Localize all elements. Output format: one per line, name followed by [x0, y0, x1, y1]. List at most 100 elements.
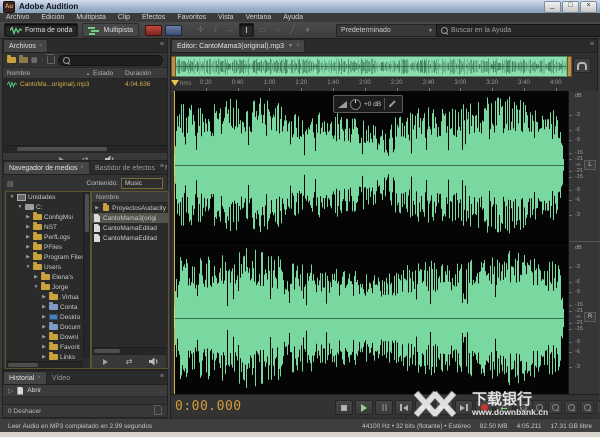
- tree-item-deskto[interactable]: ▶ Deskto: [6, 312, 90, 322]
- menu-vista[interactable]: Vista: [212, 13, 239, 22]
- waveform-view-button[interactable]: Forma de onda: [4, 23, 79, 37]
- expand-icon[interactable]: ▶: [41, 294, 47, 300]
- hud-edit-button[interactable]: [384, 98, 398, 110]
- skip-forward-button[interactable]: [455, 400, 473, 415]
- expand-icon[interactable]: ▶: [33, 274, 39, 280]
- zoom-in-horizontal-button[interactable]: [548, 400, 562, 414]
- tree-item-conta[interactable]: ▶ Conta: [6, 302, 90, 312]
- expand-icon[interactable]: ▶: [25, 214, 31, 220]
- amplitude-ruler[interactable]: dB -3 -3 -6 -6 -9 -9 -15 -15 -21 -21 -∞ LdB -3 -3 -6 -6-…: [568, 91, 600, 394]
- list-item[interactable]: CantoMama3(origi: [92, 213, 168, 223]
- menu-multipista[interactable]: Multipista: [70, 13, 112, 22]
- tree-hscrollbar[interactable]: [6, 361, 83, 368]
- collapse-icon[interactable]: ▼: [25, 264, 31, 270]
- multitrack-view-button[interactable]: Multipista: [82, 23, 140, 37]
- gain-knob[interactable]: [350, 98, 361, 110]
- menu-efectos[interactable]: Efectos: [136, 13, 171, 22]
- trash-icon[interactable]: [153, 405, 162, 415]
- panel-menu-icon[interactable]: ≡: [160, 373, 164, 380]
- pause-button[interactable]: [375, 400, 393, 415]
- tree-item-virtua[interactable]: ▶ .Virtua: [6, 292, 90, 302]
- fade-icon[interactable]: [338, 100, 347, 108]
- play-button[interactable]: [355, 400, 373, 415]
- marquee-tool-icon[interactable]: ▭: [256, 23, 269, 35]
- content-hscrollbar[interactable]: [92, 347, 166, 354]
- zoom-out-vertical-button[interactable]: [596, 400, 600, 414]
- snap-button[interactable]: [573, 58, 591, 73]
- stop-button[interactable]: [335, 400, 353, 415]
- overview-waveform[interactable]: [174, 56, 568, 77]
- range-handle-right[interactable]: [567, 56, 572, 77]
- collapse-icon[interactable]: ▼: [33, 284, 39, 290]
- menu-favoritos[interactable]: Favoritos: [171, 13, 212, 22]
- spectral-frequency-icon[interactable]: [145, 24, 163, 36]
- content-col-nombre[interactable]: Nombre: [96, 194, 119, 201]
- hud[interactable]: +0 dB: [333, 95, 404, 113]
- collapse-icon[interactable]: ▼: [17, 204, 23, 210]
- tree-item-programfiles[interactable]: ▶ Program Files: [6, 252, 90, 262]
- expand-icon[interactable]: ▶: [25, 224, 31, 230]
- menu-edición[interactable]: Edición: [35, 13, 70, 22]
- lasso-tool-icon[interactable]: ○: [271, 23, 284, 35]
- close-icon[interactable]: ×: [81, 165, 85, 171]
- tab-editor[interactable]: Editor: CantoMama3(original).mp3 ▼ ×: [171, 39, 306, 52]
- expand-icon[interactable]: ▶: [41, 324, 47, 330]
- menu-clip[interactable]: Clip: [112, 13, 136, 22]
- expand-icon[interactable]: ▶: [25, 244, 31, 250]
- close-button[interactable]: ×: [580, 1, 597, 13]
- record-button[interactable]: [475, 400, 493, 415]
- close-icon[interactable]: ×: [39, 43, 43, 49]
- files-search-input[interactable]: [58, 54, 163, 66]
- tree-vscrollbar[interactable]: [83, 192, 90, 358]
- expand-icon[interactable]: ▶: [41, 334, 47, 340]
- expand-icon[interactable]: ▶: [41, 314, 47, 320]
- rewind-button[interactable]: [415, 400, 433, 415]
- move-tool-icon[interactable]: ✛: [194, 23, 207, 35]
- tree-item-jorge[interactable]: ▼ Jorge: [6, 282, 90, 292]
- tab-historial[interactable]: Historial ×: [3, 371, 47, 384]
- collapse-icon[interactable]: ▼: [9, 194, 15, 200]
- restore-button[interactable]: □: [562, 1, 579, 13]
- close-icon[interactable]: ×: [37, 375, 41, 381]
- help-search-input[interactable]: Buscar en la Ayuda: [436, 24, 600, 37]
- history-entry[interactable]: ▷ Abrir: [3, 385, 167, 397]
- tree-item-docum[interactable]: ▶ Docum: [6, 322, 90, 332]
- files-hscrollbar[interactable]: [3, 145, 167, 152]
- minimize-button[interactable]: _: [544, 1, 561, 13]
- expand-icon[interactable]: ▶: [94, 205, 100, 211]
- tab-bastidor-de-efectos[interactable]: Bastidor de efectos: [90, 162, 160, 174]
- fast-forward-button[interactable]: [435, 400, 453, 415]
- range-handle-left[interactable]: [171, 56, 176, 77]
- slip-tool-icon[interactable]: ↔: [224, 23, 237, 35]
- col-estado[interactable]: Estado: [93, 70, 125, 77]
- delete-icon[interactable]: [46, 54, 56, 64]
- col-nombre[interactable]: Nombre: [7, 70, 86, 77]
- tree-item-pfiles[interactable]: ▶ PFiles: [6, 242, 90, 252]
- zoom-out-button[interactable]: [532, 400, 546, 414]
- expand-icon[interactable]: ▶: [41, 304, 47, 310]
- zoom-out-horizontal-button[interactable]: [564, 400, 578, 414]
- col-duracion[interactable]: Duración: [125, 70, 163, 77]
- tree-item-nst[interactable]: ▶ NST: [6, 222, 90, 232]
- media-play-button[interactable]: [96, 357, 114, 367]
- tab-navegador-de-medios[interactable]: Navegador de medios ×: [3, 161, 91, 174]
- playhead-handle[interactable]: [171, 80, 179, 86]
- media-autoplay-button[interactable]: [144, 357, 162, 367]
- spot-heal-tool-icon[interactable]: ●: [301, 23, 314, 35]
- loop-button[interactable]: ⇄: [495, 400, 513, 415]
- time-display[interactable]: 0:00.000: [175, 399, 242, 414]
- tab-vídeo[interactable]: Vídeo: [47, 372, 75, 384]
- paintbrush-tool-icon[interactable]: ╱: [286, 23, 299, 35]
- workspace-dropdown[interactable]: Predeterminado ▼: [336, 24, 438, 37]
- tab-archivos[interactable]: Archivos ×: [3, 39, 49, 52]
- channel-l-badge[interactable]: L: [584, 160, 596, 170]
- expand-icon[interactable]: ▶: [25, 234, 31, 240]
- list-item[interactable]: ▶ ProyectosAudacity: [92, 203, 168, 213]
- menu-ventana[interactable]: Ventana: [240, 13, 278, 22]
- import-file-icon[interactable]: [19, 55, 28, 63]
- tree-item-c[interactable]: ▼ C:: [6, 202, 90, 212]
- waveform-display[interactable]: [174, 91, 568, 394]
- file-row[interactable]: CantoMa...original).mp3 4:04.636: [3, 79, 167, 90]
- tree-item-downl[interactable]: ▶ Downl: [6, 332, 90, 342]
- open-folder-icon[interactable]: [7, 55, 16, 63]
